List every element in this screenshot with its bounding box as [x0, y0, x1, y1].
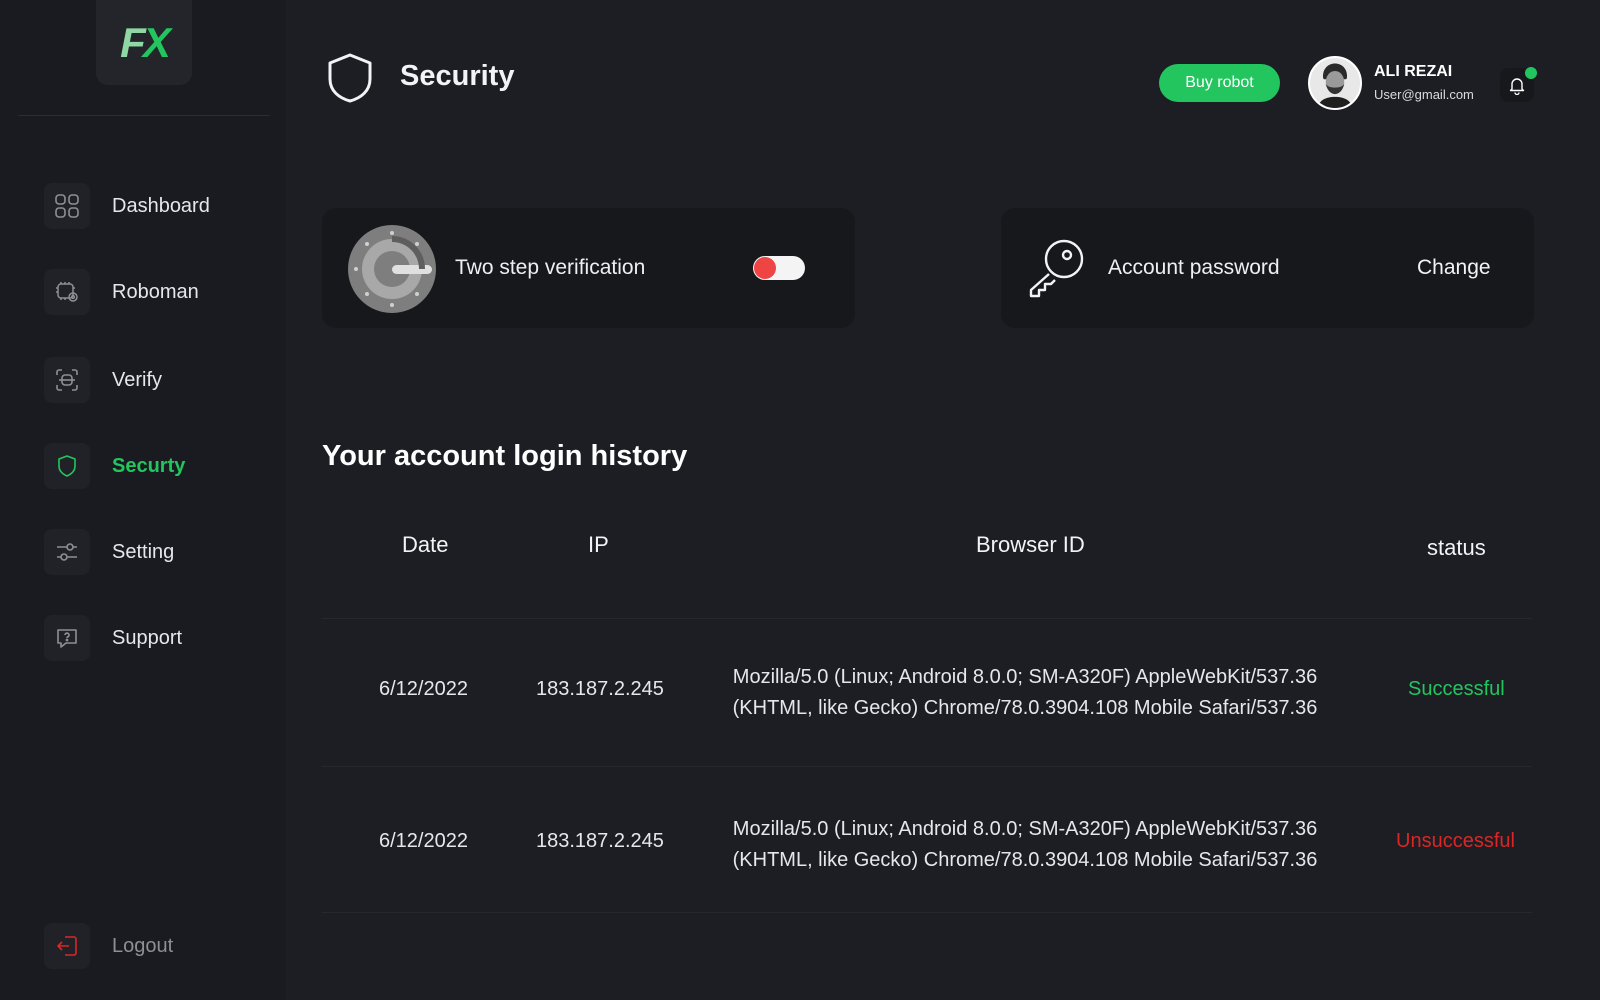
password-label: Account password	[1108, 256, 1280, 279]
section-title: Your account login history	[322, 440, 688, 472]
status-badge: Successful	[1408, 678, 1505, 700]
chat-help-icon	[44, 615, 90, 661]
user-name: ALI REZAI	[1374, 63, 1453, 80]
key-icon	[1029, 239, 1084, 298]
column-header-date: Date	[402, 532, 449, 557]
table-row: 6/12/2022 183.187.2.245 Mozilla/5.0 (Lin…	[322, 630, 1532, 750]
cell-ip: 183.187.2.245	[536, 830, 664, 852]
sidebar-item-roboman[interactable]: Roboman	[44, 268, 274, 316]
logout-icon	[44, 923, 90, 969]
sidebar: FX Dashboard Roboman Verify Securty Sett…	[0, 0, 286, 1000]
two-step-card: Two step verification	[322, 208, 855, 328]
two-step-toggle[interactable]	[753, 256, 805, 280]
sidebar-item-security[interactable]: Securty	[44, 442, 274, 490]
row-divider	[322, 766, 1532, 767]
row-divider	[322, 618, 1532, 619]
page-title: Security	[400, 60, 515, 92]
column-header-status: status	[1427, 535, 1486, 560]
cell-date: 6/12/2022	[379, 830, 468, 852]
browser-line: Mozilla/5.0 (Linux; Android 8.0.0; SM-A3…	[732, 666, 1318, 688]
user-email: User@gmail.com	[1374, 87, 1474, 102]
status-badge: Unsuccessful	[1396, 830, 1515, 852]
cell-date: 6/12/2022	[379, 678, 468, 700]
notification-badge	[1525, 67, 1537, 79]
buy-robot-button[interactable]: Buy robot	[1159, 64, 1280, 102]
column-header-browser: Browser ID	[976, 532, 1085, 557]
sidebar-item-label: Verify	[112, 368, 163, 391]
logout-label: Logout	[112, 934, 174, 957]
change-password-link[interactable]: Change	[1417, 256, 1491, 280]
logo[interactable]: FX	[96, 0, 192, 85]
shield-icon	[328, 53, 372, 103]
cell-ip: 183.187.2.245	[536, 678, 664, 700]
browser-line: (KHTML, like Gecko) Chrome/78.0.3904.108…	[732, 697, 1318, 719]
sidebar-item-label: Securty	[112, 454, 186, 477]
sidebar-item-setting[interactable]: Setting	[44, 528, 274, 576]
shield-icon	[44, 443, 90, 489]
browser-line: (KHTML, like Gecko) Chrome/78.0.3904.108…	[732, 849, 1318, 871]
sidebar-item-label: Roboman	[112, 280, 199, 303]
robot-gear-icon	[44, 269, 90, 315]
cell-browser: Mozilla/5.0 (Linux; Android 8.0.0; SM-A3…	[715, 662, 1335, 724]
sidebar-item-dashboard[interactable]: Dashboard	[44, 182, 274, 230]
password-card: Account password Change	[1001, 208, 1534, 328]
column-header-ip: IP	[588, 532, 609, 557]
two-step-label: Two step verification	[455, 256, 646, 279]
grid-icon	[44, 183, 90, 229]
sidebar-item-label: Setting	[112, 540, 175, 563]
logo-text: FX	[120, 18, 171, 66]
toggle-knob	[754, 257, 776, 279]
row-divider	[322, 912, 1532, 913]
sidebar-item-label: Support	[112, 626, 183, 649]
avatar[interactable]	[1308, 56, 1362, 110]
bell-icon	[1509, 78, 1525, 95]
sidebar-item-support[interactable]: Support	[44, 614, 274, 662]
sidebar-divider	[18, 115, 270, 116]
logout-button[interactable]: Logout	[44, 922, 274, 970]
sidebar-item-verify[interactable]: Verify	[44, 356, 274, 404]
sliders-icon	[44, 529, 90, 575]
browser-line: Mozilla/5.0 (Linux; Android 8.0.0; SM-A3…	[732, 818, 1318, 840]
sidebar-item-label: Dashboard	[112, 194, 210, 217]
scan-icon	[44, 357, 90, 403]
cell-browser: Mozilla/5.0 (Linux; Android 8.0.0; SM-A3…	[715, 814, 1335, 876]
authenticator-icon	[348, 225, 436, 313]
table-row: 6/12/2022 183.187.2.245 Mozilla/5.0 (Lin…	[322, 782, 1532, 902]
